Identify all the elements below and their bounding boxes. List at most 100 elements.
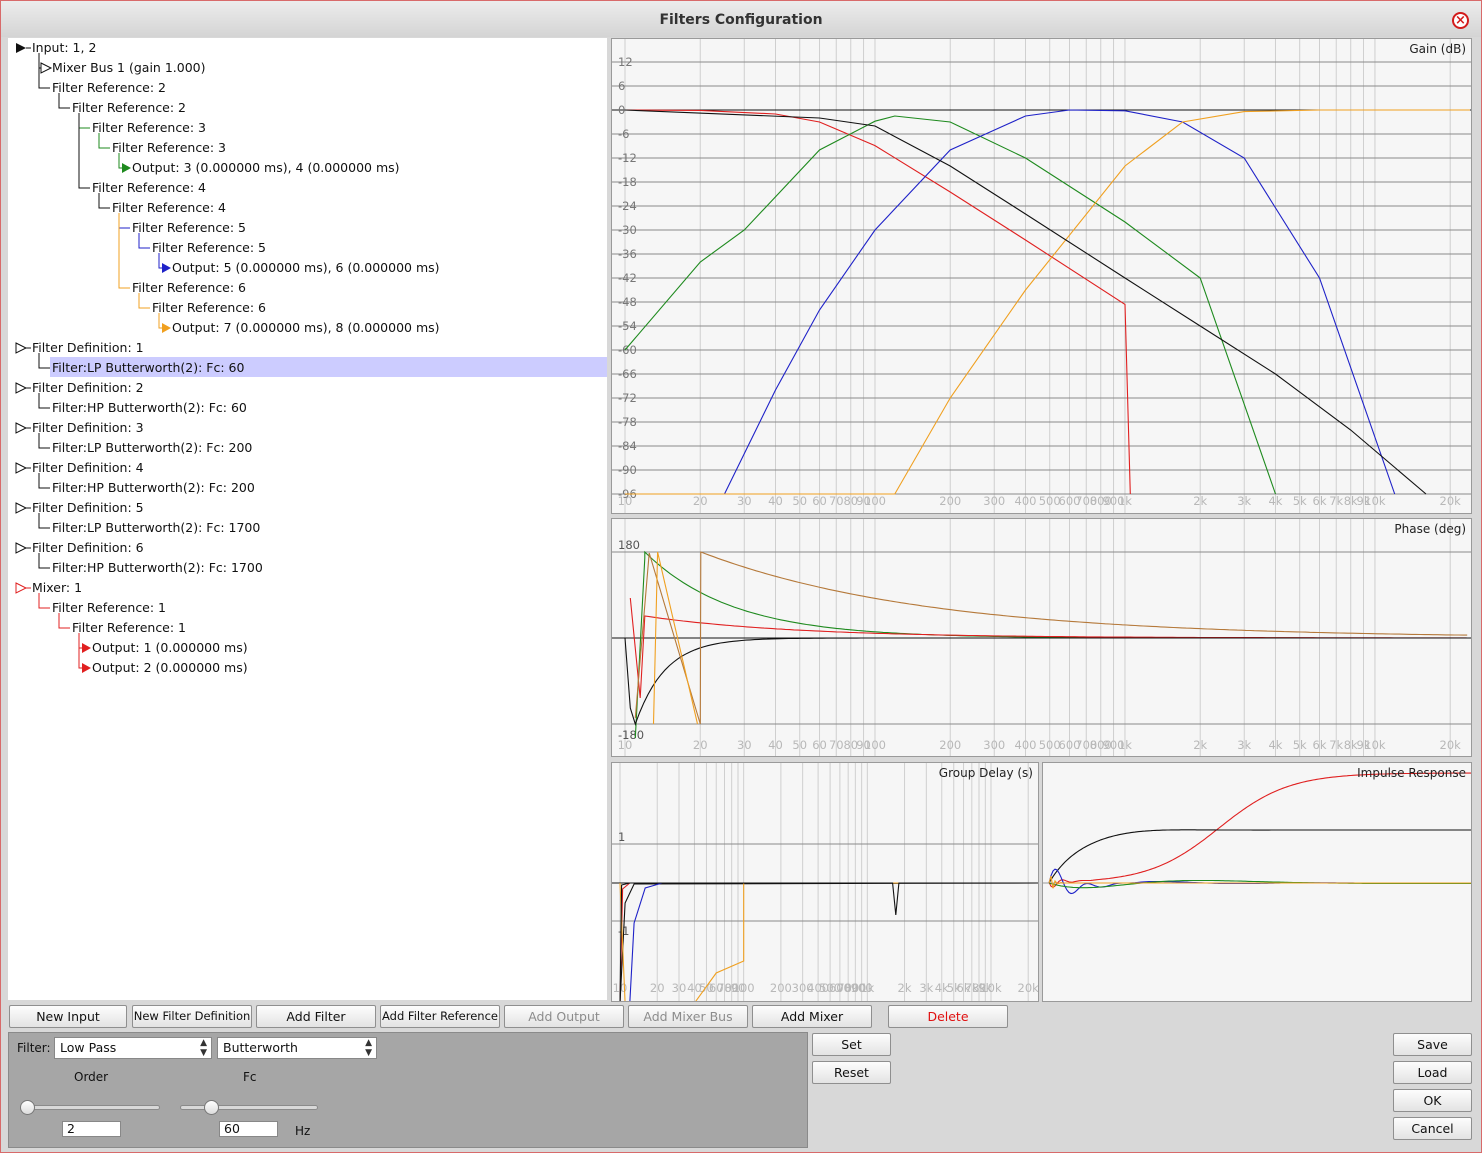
reset-button[interactable]: Reset: [812, 1061, 891, 1084]
delete-button[interactable]: Delete: [888, 1005, 1008, 1028]
tree-node-label: Filter:HP Butterworth(2): Fc: 200: [52, 480, 255, 495]
filter-design-select[interactable]: Butterworth ▲ ▼: [217, 1037, 377, 1059]
y-tick-label: -90: [618, 463, 637, 477]
tree-node[interactable]: Filter Reference: 4: [8, 178, 607, 198]
order-slider-track[interactable]: [22, 1105, 160, 1110]
new-filter-definition-button[interactable]: New Filter Definition: [132, 1005, 252, 1028]
filter-type-select[interactable]: Low Pass ▲ ▼: [54, 1037, 212, 1059]
tree-node[interactable]: Filter:HP Butterworth(2): Fc: 1700: [8, 558, 607, 578]
filter-type-value: Low Pass: [60, 1040, 117, 1055]
fc-unit-label: Hz: [295, 1124, 311, 1138]
add-filter-button[interactable]: Add Filter: [256, 1005, 376, 1028]
tree-node[interactable]: Filter:LP Butterworth(2): Fc: 60: [8, 358, 607, 378]
fc-slider-thumb[interactable]: [203, 1100, 219, 1115]
x-tick-label: 20: [693, 738, 708, 752]
y-tick-label: -18: [618, 175, 637, 189]
set-button[interactable]: Set: [812, 1033, 891, 1056]
tree-node[interactable]: Filter Reference: 2: [8, 98, 607, 118]
y-tick-label: 1: [618, 830, 625, 844]
tree-node-label: Output: 2 (0.000000 ms): [92, 660, 248, 675]
x-tick-label: 400: [1015, 494, 1037, 508]
add-output-button[interactable]: Add Output: [504, 1005, 624, 1028]
tree-node[interactable]: Filter Reference: 3: [8, 138, 607, 158]
tree-node[interactable]: Filter Reference: 3: [8, 118, 607, 138]
x-tick-label: 300: [983, 494, 1005, 508]
tree-node[interactable]: Output: 1 (0.000000 ms): [8, 638, 607, 658]
tree-node[interactable]: Filter Definition: 1: [8, 338, 607, 358]
group-delay-plot[interactable]: 10 20 30 40 50 60 70 80 90 100 200 300 400 500 600 700 8…: [611, 762, 1039, 1002]
tree-node-label: Filter Reference: 4: [92, 180, 207, 195]
tree-node-label: Filter Reference: 3: [92, 120, 207, 135]
gain-plot[interactable]: 10 20 30 40 50 60 70 80 90 100 200 300 400 500 600 700 8…: [611, 38, 1472, 514]
order-slider-thumb[interactable]: [20, 1100, 35, 1115]
phase-plot[interactable]: 10 20 30 40 50 60 70 80 90 100 200 300 400 500 600 700 8…: [611, 518, 1472, 757]
tree-node-label: Filter Reference: 6: [132, 280, 247, 295]
tree-node-label: Output: 3 (0.000000 ms), 4 (0.000000 ms): [132, 160, 400, 175]
x-tick-label: 20: [650, 981, 665, 995]
x-tick-label: 40: [768, 494, 783, 508]
tree-node[interactable]: Filter Definition: 3: [8, 418, 607, 438]
tree-node[interactable]: Filter Reference: 1: [8, 618, 607, 638]
y-tick-label: 180: [618, 538, 640, 552]
tree-node[interactable]: Filter Definition: 6: [8, 538, 607, 558]
close-icon[interactable]: ×: [1452, 12, 1469, 29]
y-tick-label: -48: [618, 295, 637, 309]
x-tick-label: 6k: [1313, 494, 1327, 508]
fc-label: Fc: [243, 1070, 257, 1084]
load-button[interactable]: Load: [1393, 1061, 1472, 1084]
cancel-button[interactable]: Cancel: [1393, 1117, 1472, 1140]
tree-node[interactable]: Output: 5 (0.000000 ms), 6 (0.000000 ms): [8, 258, 607, 278]
tree-node[interactable]: Filter Definition: 4: [8, 458, 607, 478]
x-tick-label: 5k: [1293, 494, 1307, 508]
tree-node[interactable]: Filter Reference: 2: [8, 78, 607, 98]
impulse-response-plot-title: Impulse Response: [1357, 766, 1466, 780]
order-input[interactable]: 2: [62, 1121, 121, 1137]
tree-node-label: Filter Reference: 4: [112, 200, 227, 215]
x-tick-label: 7k: [1329, 738, 1343, 752]
filter-tree[interactable]: Input: 1, 2 Mixer Bus 1 (gain 1.000) Filte…: [8, 38, 607, 1000]
x-tick-label: 100: [864, 738, 886, 752]
tree-node[interactable]: Filter:LP Butterworth(2): Fc: 200: [8, 438, 607, 458]
fc-slider-track[interactable]: [180, 1105, 318, 1110]
add-mixer-bus-button[interactable]: Add Mixer Bus: [628, 1005, 748, 1028]
tree-node-label: Filter Reference: 5: [152, 240, 267, 255]
x-tick-label: 30: [672, 981, 687, 995]
x-tick-label: 200: [939, 494, 961, 508]
tree-node[interactable]: Filter Definition: 2: [8, 378, 607, 398]
add-filter-reference-button[interactable]: Add Filter Reference: [380, 1005, 500, 1028]
x-tick-label: 7k: [1329, 494, 1343, 508]
impulse-response-plot[interactable]: Impulse Response: [1042, 762, 1472, 1002]
tree-node[interactable]: Filter Reference: 5: [8, 218, 607, 238]
ok-button[interactable]: OK: [1393, 1089, 1472, 1112]
tree-node[interactable]: Output: 2 (0.000000 ms): [8, 658, 607, 678]
y-tick-label: 0: [618, 103, 625, 117]
tree-node[interactable]: Filter Reference: 6: [8, 298, 607, 318]
y-tick-label: -54: [618, 319, 637, 333]
tree-node[interactable]: Filter Reference: 6: [8, 278, 607, 298]
tree-node[interactable]: Filter Reference: 5: [8, 238, 607, 258]
x-tick-label: 50: [792, 738, 807, 752]
fc-input[interactable]: 60: [219, 1121, 278, 1137]
tree-node[interactable]: Filter Reference: 1: [8, 598, 607, 618]
new-input-button[interactable]: New Input: [9, 1005, 127, 1028]
tree-node[interactable]: Filter Reference: 4: [8, 198, 607, 218]
tree-node[interactable]: Mixer: 1: [8, 578, 607, 598]
tree-node[interactable]: Filter Definition: 5: [8, 498, 607, 518]
x-tick-label: 4k: [1268, 494, 1282, 508]
filters-configuration-window: Filters Configuration × Input: 1, 2 Mixer…: [0, 0, 1482, 1153]
add-mixer-button[interactable]: Add Mixer: [752, 1005, 872, 1028]
tree-node[interactable]: Filter:HP Butterworth(2): Fc: 60: [8, 398, 607, 418]
y-tick-label: -84: [618, 439, 637, 453]
tree-node[interactable]: Output: 7 (0.000000 ms), 8 (0.000000 ms): [8, 318, 607, 338]
tree-node-label: Output: 5 (0.000000 ms), 6 (0.000000 ms): [172, 260, 440, 275]
save-button[interactable]: Save: [1393, 1033, 1472, 1056]
tree-node-label: Filter Definition: 3: [32, 420, 144, 435]
x-tick-label: 30: [737, 494, 752, 508]
tree-node-label: Filter Reference: 2: [52, 80, 167, 95]
tree-node[interactable]: Filter:LP Butterworth(2): Fc: 1700: [8, 518, 607, 538]
tree-node[interactable]: Output: 3 (0.000000 ms), 4 (0.000000 ms): [8, 158, 607, 178]
order-label: Order: [74, 1070, 109, 1084]
tree-node[interactable]: Mixer Bus 1 (gain 1.000): [8, 58, 607, 78]
tree-node[interactable]: Input: 1, 2: [8, 38, 607, 58]
tree-node[interactable]: Filter:HP Butterworth(2): Fc: 200: [8, 478, 607, 498]
